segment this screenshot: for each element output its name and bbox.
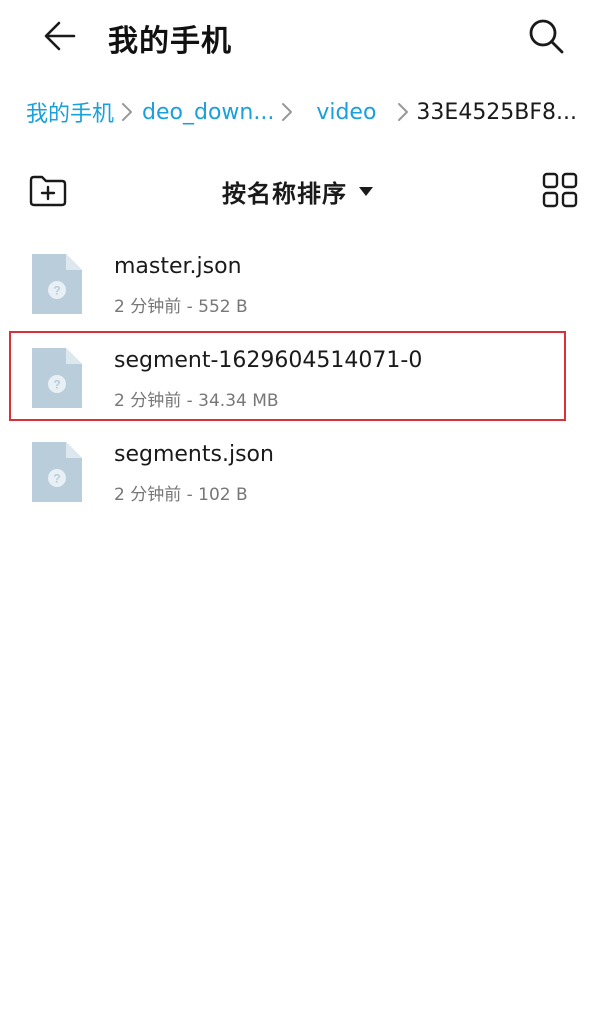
page-title: 我的手机 xyxy=(108,24,232,59)
new-folder-icon xyxy=(29,175,67,207)
file-manager-screen: 我的手机 我的手机 deo_down... video 33E4525BF8..… xyxy=(0,0,607,1024)
toolbar: 按名称排序 xyxy=(0,166,607,216)
breadcrumb-item-root[interactable]: 我的手机 xyxy=(26,96,114,128)
file-meta: 2 分钟前 - 552 B xyxy=(114,297,248,317)
file-meta: 2 分钟前 - 102 B xyxy=(114,485,248,505)
search-button[interactable] xyxy=(522,12,570,60)
unknown-file-icon: ? xyxy=(32,348,82,408)
unknown-file-icon: ? xyxy=(32,254,82,314)
sort-label: 按名称排序 xyxy=(222,179,347,208)
chevron-right-icon xyxy=(274,97,300,127)
breadcrumb-item-download-folder[interactable]: deo_down... xyxy=(142,100,274,125)
chevron-right-icon xyxy=(114,97,140,127)
file-item[interactable]: ? segment-1629604514071-0 2 分钟前 - 34.34 … xyxy=(0,326,607,420)
file-name: segment-1629604514071-0 xyxy=(114,348,423,373)
new-folder-button[interactable] xyxy=(26,170,70,212)
file-list: ? master.json 2 分钟前 - 552 B ? segment-16… xyxy=(0,232,607,514)
file-name: segments.json xyxy=(114,442,274,467)
unknown-file-icon: ? xyxy=(32,442,82,502)
breadcrumb: 我的手机 deo_down... video 33E4525BF8... xyxy=(26,94,577,130)
grid-view-icon xyxy=(542,172,578,208)
back-button[interactable] xyxy=(38,14,82,58)
svg-text:?: ? xyxy=(53,378,60,392)
breadcrumb-item-current[interactable]: 33E4525BF8... xyxy=(416,100,577,125)
file-meta: 2 分钟前 - 34.34 MB xyxy=(114,391,279,411)
svg-text:?: ? xyxy=(53,472,60,486)
file-item[interactable]: ? segments.json 2 分钟前 - 102 B xyxy=(0,420,607,514)
arrow-left-icon xyxy=(44,21,76,51)
sort-dropdown[interactable]: 按名称排序 xyxy=(222,172,373,210)
file-item[interactable]: ? master.json 2 分钟前 - 552 B xyxy=(0,232,607,326)
view-toggle-button[interactable] xyxy=(540,170,580,210)
chevron-right-icon xyxy=(390,97,416,127)
svg-text:?: ? xyxy=(53,284,60,298)
file-name: master.json xyxy=(114,254,242,279)
breadcrumb-item-video[interactable]: video xyxy=(316,100,376,125)
header: 我的手机 xyxy=(0,0,607,76)
search-icon xyxy=(529,19,564,54)
caret-down-icon xyxy=(359,186,373,196)
